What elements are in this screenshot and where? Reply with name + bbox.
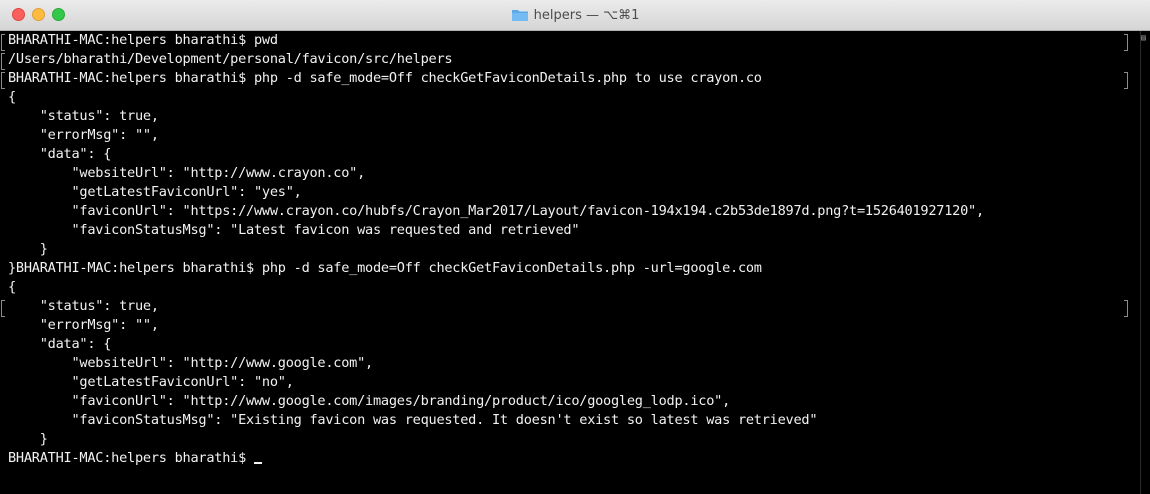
terminal-line: }BHARATHI-MAC:helpers bharathi$ php -d s… bbox=[8, 260, 762, 276]
terminal-line: "status": true, bbox=[8, 298, 159, 314]
terminal-line: } bbox=[8, 431, 48, 447]
terminal-line: /Users/bharathi/Development/personal/fav… bbox=[8, 51, 453, 67]
terminal-line: "data": { bbox=[8, 146, 112, 162]
window-title: helpers — ⌥⌘1 bbox=[533, 7, 640, 23]
prompt-mark bbox=[1, 53, 5, 70]
folder-icon bbox=[511, 8, 529, 22]
terminal-line: "getLatestFaviconUrl": "no", bbox=[8, 374, 294, 390]
text-cursor bbox=[253, 462, 262, 464]
prompt-mark-right bbox=[1124, 300, 1128, 317]
scrollbar[interactable] bbox=[1140, 31, 1150, 494]
terminal-line: "status": true, bbox=[8, 108, 159, 124]
terminal-line: "errorMsg": "", bbox=[8, 127, 159, 143]
split-pane-icon[interactable]: ▤ bbox=[1141, 33, 1149, 43]
prompt-mark bbox=[1, 72, 5, 89]
prompt-line[interactable]: BHARATHI-MAC:helpers bharathi$ bbox=[8, 449, 262, 468]
terminal-line: { bbox=[8, 89, 16, 105]
terminal-line: "websiteUrl": "http://www.crayon.co", bbox=[8, 165, 366, 181]
terminal-line: "data": { bbox=[8, 336, 112, 352]
terminal-line: "faviconUrl": "http://www.google.com/ima… bbox=[8, 393, 731, 409]
terminal-line: "websiteUrl": "http://www.google.com", bbox=[8, 355, 373, 371]
terminal-line: } bbox=[8, 241, 48, 257]
terminal-line: BHARATHI-MAC:helpers bharathi$ pwd bbox=[8, 32, 278, 48]
terminal-window: helpers — ⌥⌘1 BHARATHI-MAC:helpers bhara… bbox=[0, 0, 1150, 494]
prompt-text: BHARATHI-MAC:helpers bharathi$ bbox=[8, 450, 254, 466]
prompt-mark bbox=[1, 34, 5, 51]
title-bar[interactable]: helpers — ⌥⌘1 bbox=[0, 0, 1150, 31]
terminal-line: BHARATHI-MAC:helpers bharathi$ php -d sa… bbox=[8, 70, 762, 86]
terminal-line: "errorMsg": "", bbox=[8, 317, 159, 333]
prompt-mark bbox=[1, 300, 5, 317]
terminal-line: { bbox=[8, 279, 16, 295]
terminal-output[interactable]: BHARATHI-MAC:helpers bharathi$ pwd /User… bbox=[0, 31, 1140, 494]
prompt-mark-right bbox=[1124, 72, 1128, 89]
terminal-line: "faviconStatusMsg": "Existing favicon wa… bbox=[8, 412, 818, 428]
terminal-line: "faviconStatusMsg": "Latest favicon was … bbox=[8, 222, 580, 238]
terminal-line: "getLatestFaviconUrl": "yes", bbox=[8, 184, 302, 200]
window-title-area: helpers — ⌥⌘1 bbox=[0, 0, 1150, 30]
terminal-line: "faviconUrl": "https://www.crayon.co/hub… bbox=[8, 203, 984, 219]
prompt-mark-right bbox=[1124, 34, 1128, 51]
